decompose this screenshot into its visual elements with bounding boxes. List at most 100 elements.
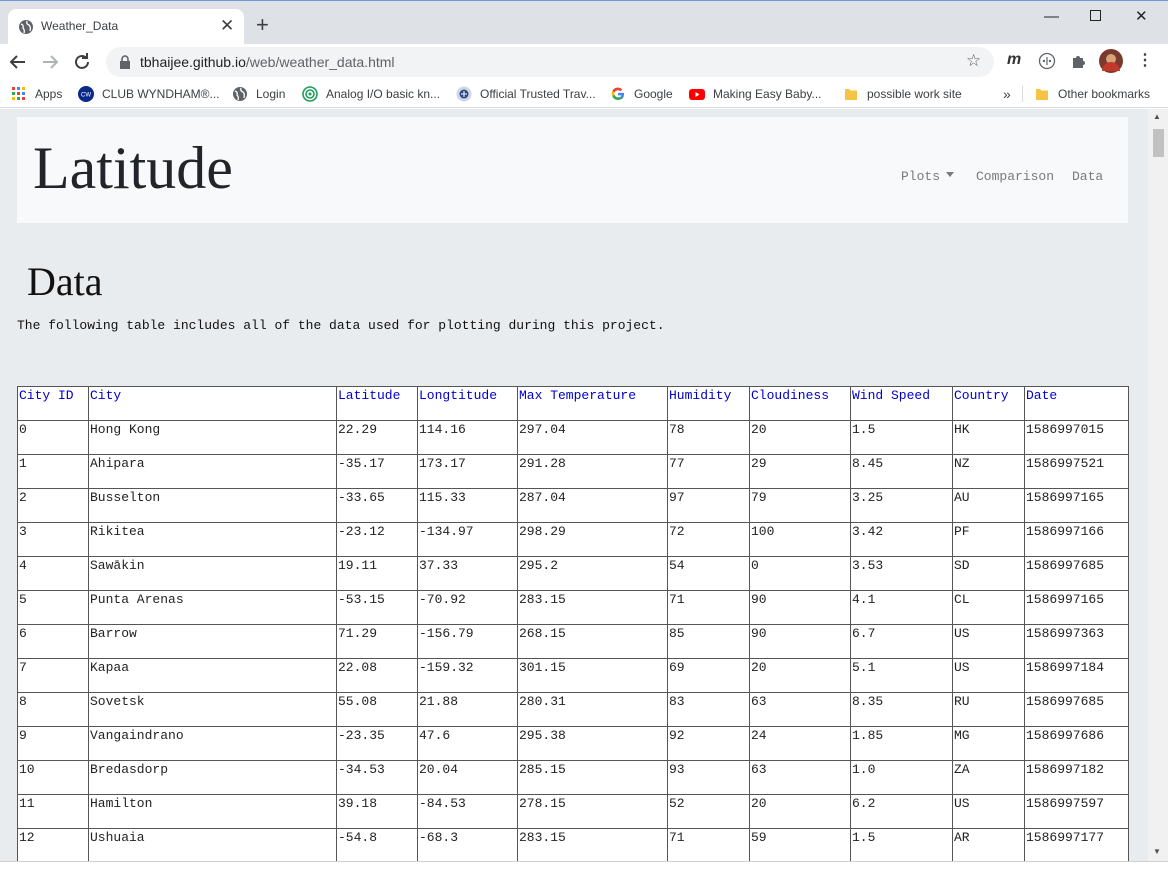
table-cell: -33.65 — [336, 488, 418, 523]
table-cell: 283.15 — [517, 590, 668, 625]
extension-dots-icon[interactable] — [1038, 52, 1056, 70]
table-cell: 4.1 — [850, 590, 953, 625]
table-cell: AU — [952, 488, 1025, 523]
table-cell: -134.97 — [417, 522, 518, 557]
table-cell: 10 — [17, 760, 89, 795]
bookmark-label: Google — [634, 87, 673, 101]
bookmark-trusted-traveler[interactable]: Official Trusted Trav... — [456, 85, 596, 103]
table-cell: 1586997685 — [1024, 556, 1129, 591]
bookmark-other-bookmarks[interactable]: Other bookmarks — [1034, 85, 1150, 103]
nav-comparison[interactable]: Comparison — [976, 169, 1054, 184]
table-cell: 83 — [667, 692, 750, 727]
table-cell: 20 — [749, 658, 851, 693]
nav-data[interactable]: Data — [1072, 169, 1103, 184]
new-tab-icon[interactable]: + — [256, 14, 269, 36]
table-cell: 71.29 — [336, 624, 418, 659]
table-cell: NZ — [952, 454, 1025, 489]
table-cell: 47.6 — [417, 726, 518, 761]
table-cell: 20 — [749, 420, 851, 455]
tab-close-icon[interactable]: ✕ — [220, 16, 234, 36]
bookmark-star-icon[interactable]: ☆ — [966, 51, 981, 71]
table-cell: 283.15 — [517, 828, 668, 861]
table-cell: 19.11 — [336, 556, 418, 591]
column-header: Country — [952, 386, 1025, 421]
bookmark-possible-work-site[interactable]: possible work site — [843, 85, 962, 103]
table-row: 8 Sovetsk 55.08 21.88 280.31 83 63 8.35 RU 158699… — [17, 692, 1129, 727]
table-cell: 1586997182 — [1024, 760, 1129, 795]
url-host: tbhaijee.github.io — [140, 54, 246, 70]
nav-plots-dropdown[interactable]: Plots — [901, 169, 955, 184]
table-cell: 20.04 — [417, 760, 518, 795]
table-cell: -156.79 — [417, 624, 518, 659]
table-cell: Busselton — [88, 488, 337, 523]
bookmark-label: Analog I/O basic kn... — [326, 87, 441, 101]
bookmark-club-wyndham[interactable]: CW CLUB WYNDHAM®... — [78, 85, 220, 103]
nav-plots-label: Plots — [901, 169, 941, 184]
url-text: tbhaijee.github.io/web/weather_data.html — [140, 54, 395, 70]
maximize-icon[interactable] — [1090, 10, 1101, 21]
table-cell: 37.33 — [417, 556, 518, 591]
puzzle-extensions-icon[interactable] — [1070, 52, 1088, 70]
browser-tab[interactable]: Weather_Data ✕ — [8, 9, 244, 45]
google-icon — [611, 87, 624, 101]
bookmark-making-easy-baby[interactable]: Making Easy Baby... — [689, 85, 822, 103]
globe-icon — [233, 87, 247, 101]
table-cell: 59 — [749, 828, 851, 861]
table-cell: 55.08 — [336, 692, 418, 727]
globe-icon — [19, 20, 33, 34]
table-cell: 1586997597 — [1024, 794, 1129, 829]
reload-icon[interactable] — [70, 50, 94, 74]
table-cell: 298.29 — [517, 522, 668, 557]
table-cell: 3.42 — [850, 522, 953, 557]
weather-data-table: City ID City Latitude Longtitude Max Tempera… — [17, 386, 1129, 861]
close-window-icon[interactable]: ✕ — [1135, 9, 1148, 25]
table-cell: 21.88 — [417, 692, 518, 727]
table-cell: ZA — [952, 760, 1025, 795]
avatar[interactable] — [1099, 49, 1123, 73]
extension-m-icon[interactable]: m — [1007, 51, 1021, 69]
table-row: 6 Barrow 71.29 -156.79 268.15 85 90 6.7 US 158699… — [17, 624, 1129, 659]
table-header-row: City ID City Latitude Longtitude Max Tempera… — [17, 386, 1129, 421]
table-cell: 24 — [749, 726, 851, 761]
column-header: Wind Speed — [850, 386, 953, 421]
table-cell: -35.17 — [336, 454, 418, 489]
table-cell: 22.29 — [336, 420, 418, 455]
table-cell: -70.92 — [417, 590, 518, 625]
club-wyndham-icon: CW — [78, 86, 94, 102]
kebab-menu-icon[interactable]: ⋮ — [1137, 50, 1153, 70]
scrollbar-thumb[interactable] — [1153, 129, 1164, 157]
table-cell: 3.25 — [850, 488, 953, 523]
bookmark-google[interactable]: Google — [610, 85, 673, 103]
table-cell: 11 — [17, 794, 89, 829]
table-cell: 1 — [17, 454, 89, 489]
bookmark-apps[interactable]: Apps — [11, 85, 62, 103]
bookmark-overflow-icon[interactable]: » — [1003, 85, 1011, 103]
table-cell: 278.15 — [517, 794, 668, 829]
back-arrow-icon[interactable] — [6, 50, 30, 74]
table-cell: -68.3 — [417, 828, 518, 861]
bookmark-login[interactable]: Login — [232, 85, 285, 103]
site-navbar: Latitude Plots Comparison Data — [17, 117, 1128, 223]
table-row: 0 Hong Kong 22.29 114.16 297.04 78 20 1.5 HK 1586… — [17, 420, 1129, 455]
forward-arrow-icon[interactable] — [38, 50, 62, 74]
site-brand[interactable]: Latitude — [33, 133, 233, 203]
table-cell: 295.2 — [517, 556, 668, 591]
table-cell: Kapaa — [88, 658, 337, 693]
table-cell: 63 — [749, 760, 851, 795]
browser-toolbar: tbhaijee.github.io/web/weather_data.html… — [0, 44, 1168, 80]
table-cell: 1.5 — [850, 828, 953, 861]
table-cell: 115.33 — [417, 488, 518, 523]
minimize-icon[interactable]: — — [1044, 9, 1059, 25]
scroll-down-icon[interactable]: ▼ — [1153, 847, 1161, 856]
table-cell: MG — [952, 726, 1025, 761]
vertical-scrollbar[interactable]: ▲ ▼ — [1148, 109, 1168, 861]
table-cell: 0 — [17, 420, 89, 455]
table-cell: 1.0 — [850, 760, 953, 795]
bookmark-analog-io[interactable]: Analog I/O basic kn... — [302, 85, 440, 103]
address-bar[interactable]: tbhaijee.github.io/web/weather_data.html… — [106, 47, 994, 77]
column-header: Longtitude — [417, 386, 518, 421]
table-cell: 1586997184 — [1024, 658, 1129, 693]
table-row: 4 Sawākin 19.11 37.33 295.2 54 0 3.53 SD 15869976… — [17, 556, 1129, 591]
table-cell: 20 — [749, 794, 851, 829]
scroll-up-icon[interactable]: ▲ — [1153, 112, 1161, 121]
